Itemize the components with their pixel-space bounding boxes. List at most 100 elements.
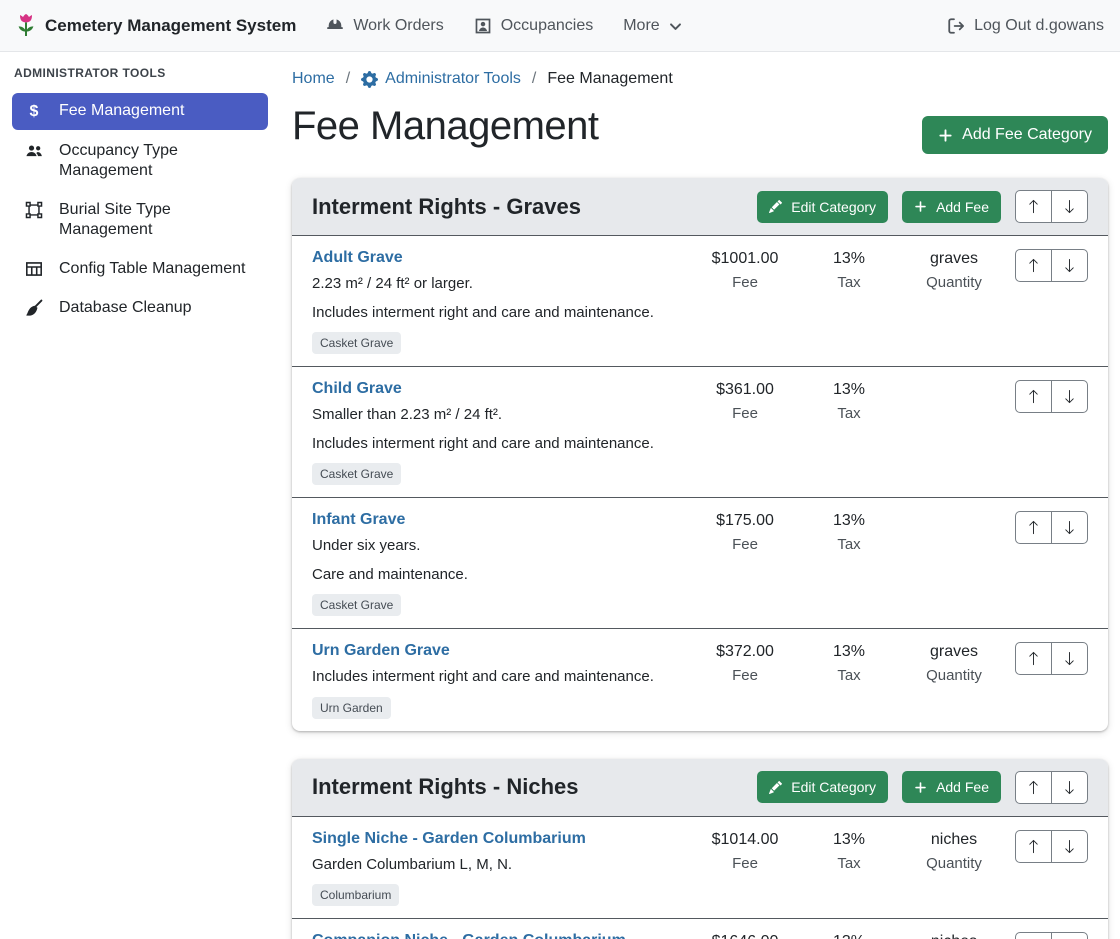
fee-name-link[interactable]: Urn Garden Grave [312, 642, 450, 660]
arrow-down-icon [1062, 780, 1077, 795]
move-fee-down-button[interactable] [1051, 380, 1088, 413]
sidebar-item-burial-site-type-management[interactable]: Burial Site Type Management [12, 192, 268, 248]
fee-name-link[interactable]: Companion Niche - Garden Columbarium [312, 932, 626, 939]
app-brand[interactable]: Cemetery Management System [16, 13, 296, 39]
edit-category-button[interactable]: Edit Category [757, 191, 888, 223]
move-fee-down-button[interactable] [1051, 642, 1088, 675]
plus-icon [914, 781, 927, 794]
move-category-up-button[interactable] [1015, 771, 1052, 804]
move-fee-down-button[interactable] [1051, 830, 1088, 863]
frame-icon [22, 200, 46, 219]
arrow-down-icon [1062, 258, 1077, 273]
table-icon [22, 259, 46, 278]
fee-description: Includes interment right and care and ma… [312, 303, 682, 323]
breadcrumb-current: Fee Management [547, 70, 672, 88]
nav-item-work-orders[interactable]: Work Orders [326, 17, 443, 35]
fee-tax-column: 13% Tax [800, 249, 898, 291]
hard-hat-icon [326, 17, 344, 35]
fee-tax-column: 13% Tax [800, 830, 898, 872]
fee-quantity-column: graves Quantity [898, 249, 1010, 291]
add-fee-button[interactable]: Add Fee [902, 191, 1001, 223]
add-fee-category-label: Add Fee Category [962, 126, 1092, 144]
fee-amount: $1014.00 [690, 831, 800, 849]
fee-amount-label: Fee [690, 405, 800, 422]
category-title: Interment Rights - Niches [312, 774, 743, 800]
fee-tax-column: 13% Tax [800, 642, 898, 684]
fee-description: Includes interment right and care and ma… [312, 434, 682, 454]
sidebar-item-occupancy-type-management[interactable]: Occupancy Type Management [12, 133, 268, 189]
fee-tax: 13% [800, 512, 898, 530]
fee-info: Infant Grave Under six years. Care and m… [312, 511, 690, 616]
fee-quantity: niches [898, 831, 1010, 849]
move-fee-up-button[interactable] [1015, 249, 1052, 282]
fee-tax: 13% [800, 250, 898, 268]
fee-name-link[interactable]: Single Niche - Garden Columbarium [312, 830, 586, 848]
edit-category-label: Edit Category [791, 199, 876, 215]
fee-reorder-buttons [1010, 642, 1088, 675]
fee-name-link[interactable]: Infant Grave [312, 511, 405, 529]
pencil-icon [769, 781, 782, 794]
breadcrumb-label: Administrator Tools [385, 70, 521, 88]
move-fee-down-button[interactable] [1051, 511, 1088, 544]
fee-quantity-column-empty [898, 511, 1010, 512]
move-fee-up-button[interactable] [1015, 932, 1052, 939]
fee-type-badge: Columbarium [312, 884, 399, 906]
gear-icon [361, 71, 378, 88]
move-category-down-button[interactable] [1051, 190, 1088, 223]
fee-tax-label: Tax [800, 405, 898, 422]
fee-amount: $361.00 [690, 381, 800, 399]
admin-sidebar: ADMINISTRATOR TOOLS $ Fee Management Occ… [0, 52, 280, 939]
add-fee-category-button[interactable]: Add Fee Category [922, 116, 1108, 154]
fee-amount-column: $1014.00 Fee [690, 830, 800, 872]
arrow-up-icon [1026, 780, 1041, 795]
move-fee-down-button[interactable] [1051, 932, 1088, 939]
move-category-up-button[interactable] [1015, 190, 1052, 223]
breadcrumb-separator: / [346, 70, 350, 88]
add-fee-label: Add Fee [936, 199, 989, 215]
category-card-graves: Interment Rights - Graves Edit Category … [292, 178, 1108, 731]
move-category-down-button[interactable] [1051, 771, 1088, 804]
move-fee-up-button[interactable] [1015, 380, 1052, 413]
sidebar-heading: ADMINISTRATOR TOOLS [0, 66, 280, 90]
fee-row-single-niche: Single Niche - Garden Columbarium Garden… [292, 817, 1108, 919]
fee-tax-label: Tax [800, 274, 898, 291]
fee-tax: 13% [800, 831, 898, 849]
breadcrumb-label: Home [292, 70, 335, 88]
move-fee-up-button[interactable] [1015, 830, 1052, 863]
fee-reorder-buttons [1010, 249, 1088, 282]
sidebar-item-fee-management[interactable]: $ Fee Management [12, 93, 268, 130]
move-fee-up-button[interactable] [1015, 511, 1052, 544]
fee-name-link[interactable]: Adult Grave [312, 249, 403, 267]
move-fee-down-button[interactable] [1051, 249, 1088, 282]
breadcrumb-admin-tools-link[interactable]: Administrator Tools [361, 70, 521, 88]
page-title: Fee Management [292, 104, 599, 149]
arrow-down-icon [1062, 389, 1077, 404]
fee-quantity-label: Quantity [898, 274, 1010, 291]
nav-item-more[interactable]: More [623, 17, 681, 35]
move-fee-up-button[interactable] [1015, 642, 1052, 675]
fee-description: Includes interment right and care and ma… [312, 667, 682, 687]
sidebar-item-label: Config Table Management [59, 259, 246, 279]
plus-icon [938, 128, 953, 143]
arrow-down-icon [1062, 839, 1077, 854]
fee-quantity: graves [898, 643, 1010, 661]
fee-quantity: graves [898, 250, 1010, 268]
fee-name-link[interactable]: Child Grave [312, 380, 402, 398]
edit-category-button[interactable]: Edit Category [757, 771, 888, 803]
sidebar-item-label: Fee Management [59, 101, 184, 121]
logout-button[interactable]: Log Out d.gowans [947, 17, 1104, 35]
top-navbar: Cemetery Management System Work Orders O… [0, 0, 1120, 52]
nav-item-occupancies[interactable]: Occupancies [474, 17, 594, 35]
fee-amount-label: Fee [690, 274, 800, 291]
fee-description: Care and maintenance. [312, 565, 682, 585]
breadcrumb-separator: / [532, 70, 536, 88]
fee-amount-label: Fee [690, 667, 800, 684]
add-fee-button[interactable]: Add Fee [902, 771, 1001, 803]
fee-amount-column: $1001.00 Fee [690, 249, 800, 291]
arrow-up-icon [1026, 520, 1041, 535]
fee-quantity-column: niches Quantity [898, 830, 1010, 872]
arrow-up-icon [1026, 199, 1041, 214]
sidebar-item-config-table-management[interactable]: Config Table Management [12, 251, 268, 287]
breadcrumb-home-link[interactable]: Home [292, 70, 335, 88]
sidebar-item-database-cleanup[interactable]: Database Cleanup [12, 290, 268, 326]
